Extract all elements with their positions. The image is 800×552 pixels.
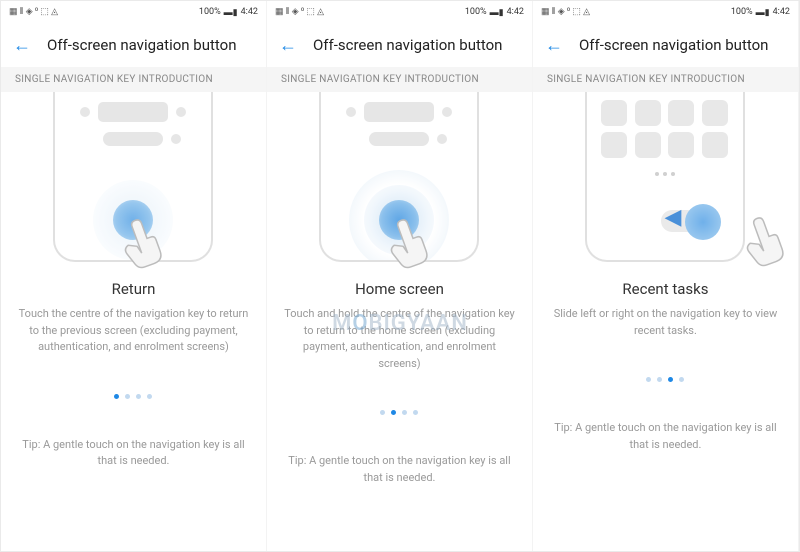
pager-dot-3[interactable]	[668, 377, 673, 382]
battery-text: 100%	[465, 7, 487, 17]
illustration-return	[1, 92, 266, 262]
battery-text: 100%	[199, 7, 221, 17]
pager-dot-2[interactable]	[125, 394, 130, 399]
clock: 4:42	[507, 7, 524, 17]
battery-text: 100%	[731, 7, 753, 17]
app-header: ← Off-screen navigation button	[533, 23, 798, 67]
screenshot-panel-return: ▦ ⫴ ◈ ⁰ ⬚ ◬ 100% ▬▮ 4:42 ← Off-screen na…	[1, 1, 267, 551]
page-title: Off-screen navigation button	[313, 36, 503, 54]
nav-key-illustration	[379, 200, 419, 240]
pager-dot-2[interactable]	[391, 410, 396, 415]
battery-icon: ▬▮	[224, 7, 238, 18]
gesture-description: Touch the centre of the navigation key t…	[1, 298, 266, 364]
pager-dots[interactable]	[1, 394, 266, 399]
pager-dots[interactable]	[533, 377, 798, 382]
pager-dot-1[interactable]	[646, 377, 651, 382]
status-bar: ▦ ⫴ ◈ ⁰ ⬚ ◬ 100% ▬▮ 4:42	[1, 1, 266, 23]
gesture-description: Touch and hold the centre of the navigat…	[267, 298, 532, 380]
pager-dot-3[interactable]	[402, 410, 407, 415]
illustration-recent: ◀	[533, 92, 798, 262]
illustration-home	[267, 92, 532, 262]
status-left-icons: ▦ ⫴ ◈ ⁰ ⬚ ◬	[9, 7, 58, 17]
tip-text: Tip: A gentle touch on the navigation ke…	[533, 420, 798, 453]
clock: 4:42	[773, 7, 790, 17]
section-label: SINGLE NAVIGATION KEY INTRODUCTION	[267, 67, 532, 92]
page-title: Off-screen navigation button	[579, 36, 769, 54]
status-left-icons: ▦ ⫴ ◈ ⁰ ⬚ ◬	[275, 7, 324, 17]
back-button[interactable]: ←	[13, 35, 31, 56]
pager-dot-1[interactable]	[380, 410, 385, 415]
gesture-title: Recent tasks	[533, 280, 798, 298]
tip-text: Tip: A gentle touch on the navigation ke…	[1, 437, 266, 470]
app-header: ← Off-screen navigation button	[1, 23, 266, 67]
app-header: ← Off-screen navigation button	[267, 23, 532, 67]
pager-dot-4[interactable]	[679, 377, 684, 382]
nav-key-illustration	[685, 204, 721, 240]
pager-dot-3[interactable]	[136, 394, 141, 399]
section-label: SINGLE NAVIGATION KEY INTRODUCTION	[1, 67, 266, 92]
pager-dot-4[interactable]	[147, 394, 152, 399]
pager-dot-4[interactable]	[413, 410, 418, 415]
status-bar: ▦ ⫴ ◈ ⁰ ⬚ ◬ 100% ▬▮ 4:42	[267, 1, 532, 23]
pager-dots[interactable]	[267, 410, 532, 415]
battery-icon: ▬▮	[490, 7, 504, 18]
back-button[interactable]: ←	[545, 35, 563, 56]
status-left-icons: ▦ ⫴ ◈ ⁰ ⬚ ◬	[541, 7, 590, 17]
gesture-title: Return	[1, 280, 266, 298]
nav-key-illustration	[113, 200, 153, 240]
pager-dot-2[interactable]	[657, 377, 662, 382]
clock: 4:42	[241, 7, 258, 17]
screenshot-panel-recent: ▦ ⫴ ◈ ⁰ ⬚ ◬ 100% ▬▮ 4:42 ← Off-screen na…	[533, 1, 799, 551]
gesture-description: Slide left or right on the navigation ke…	[533, 298, 798, 347]
tip-text: Tip: A gentle touch on the navigation ke…	[267, 453, 532, 486]
screenshot-panel-home: ▦ ⫴ ◈ ⁰ ⬚ ◬ 100% ▬▮ 4:42 ← Off-screen na…	[267, 1, 533, 551]
status-bar: ▦ ⫴ ◈ ⁰ ⬚ ◬ 100% ▬▮ 4:42	[533, 1, 798, 23]
section-label: SINGLE NAVIGATION KEY INTRODUCTION	[533, 67, 798, 92]
back-button[interactable]: ←	[279, 35, 297, 56]
gesture-title: Home screen	[267, 280, 532, 298]
battery-icon: ▬▮	[756, 7, 770, 18]
swipe-arrow-left-icon: ◀	[665, 205, 682, 230]
page-title: Off-screen navigation button	[47, 36, 237, 54]
pager-dot-1[interactable]	[114, 394, 119, 399]
